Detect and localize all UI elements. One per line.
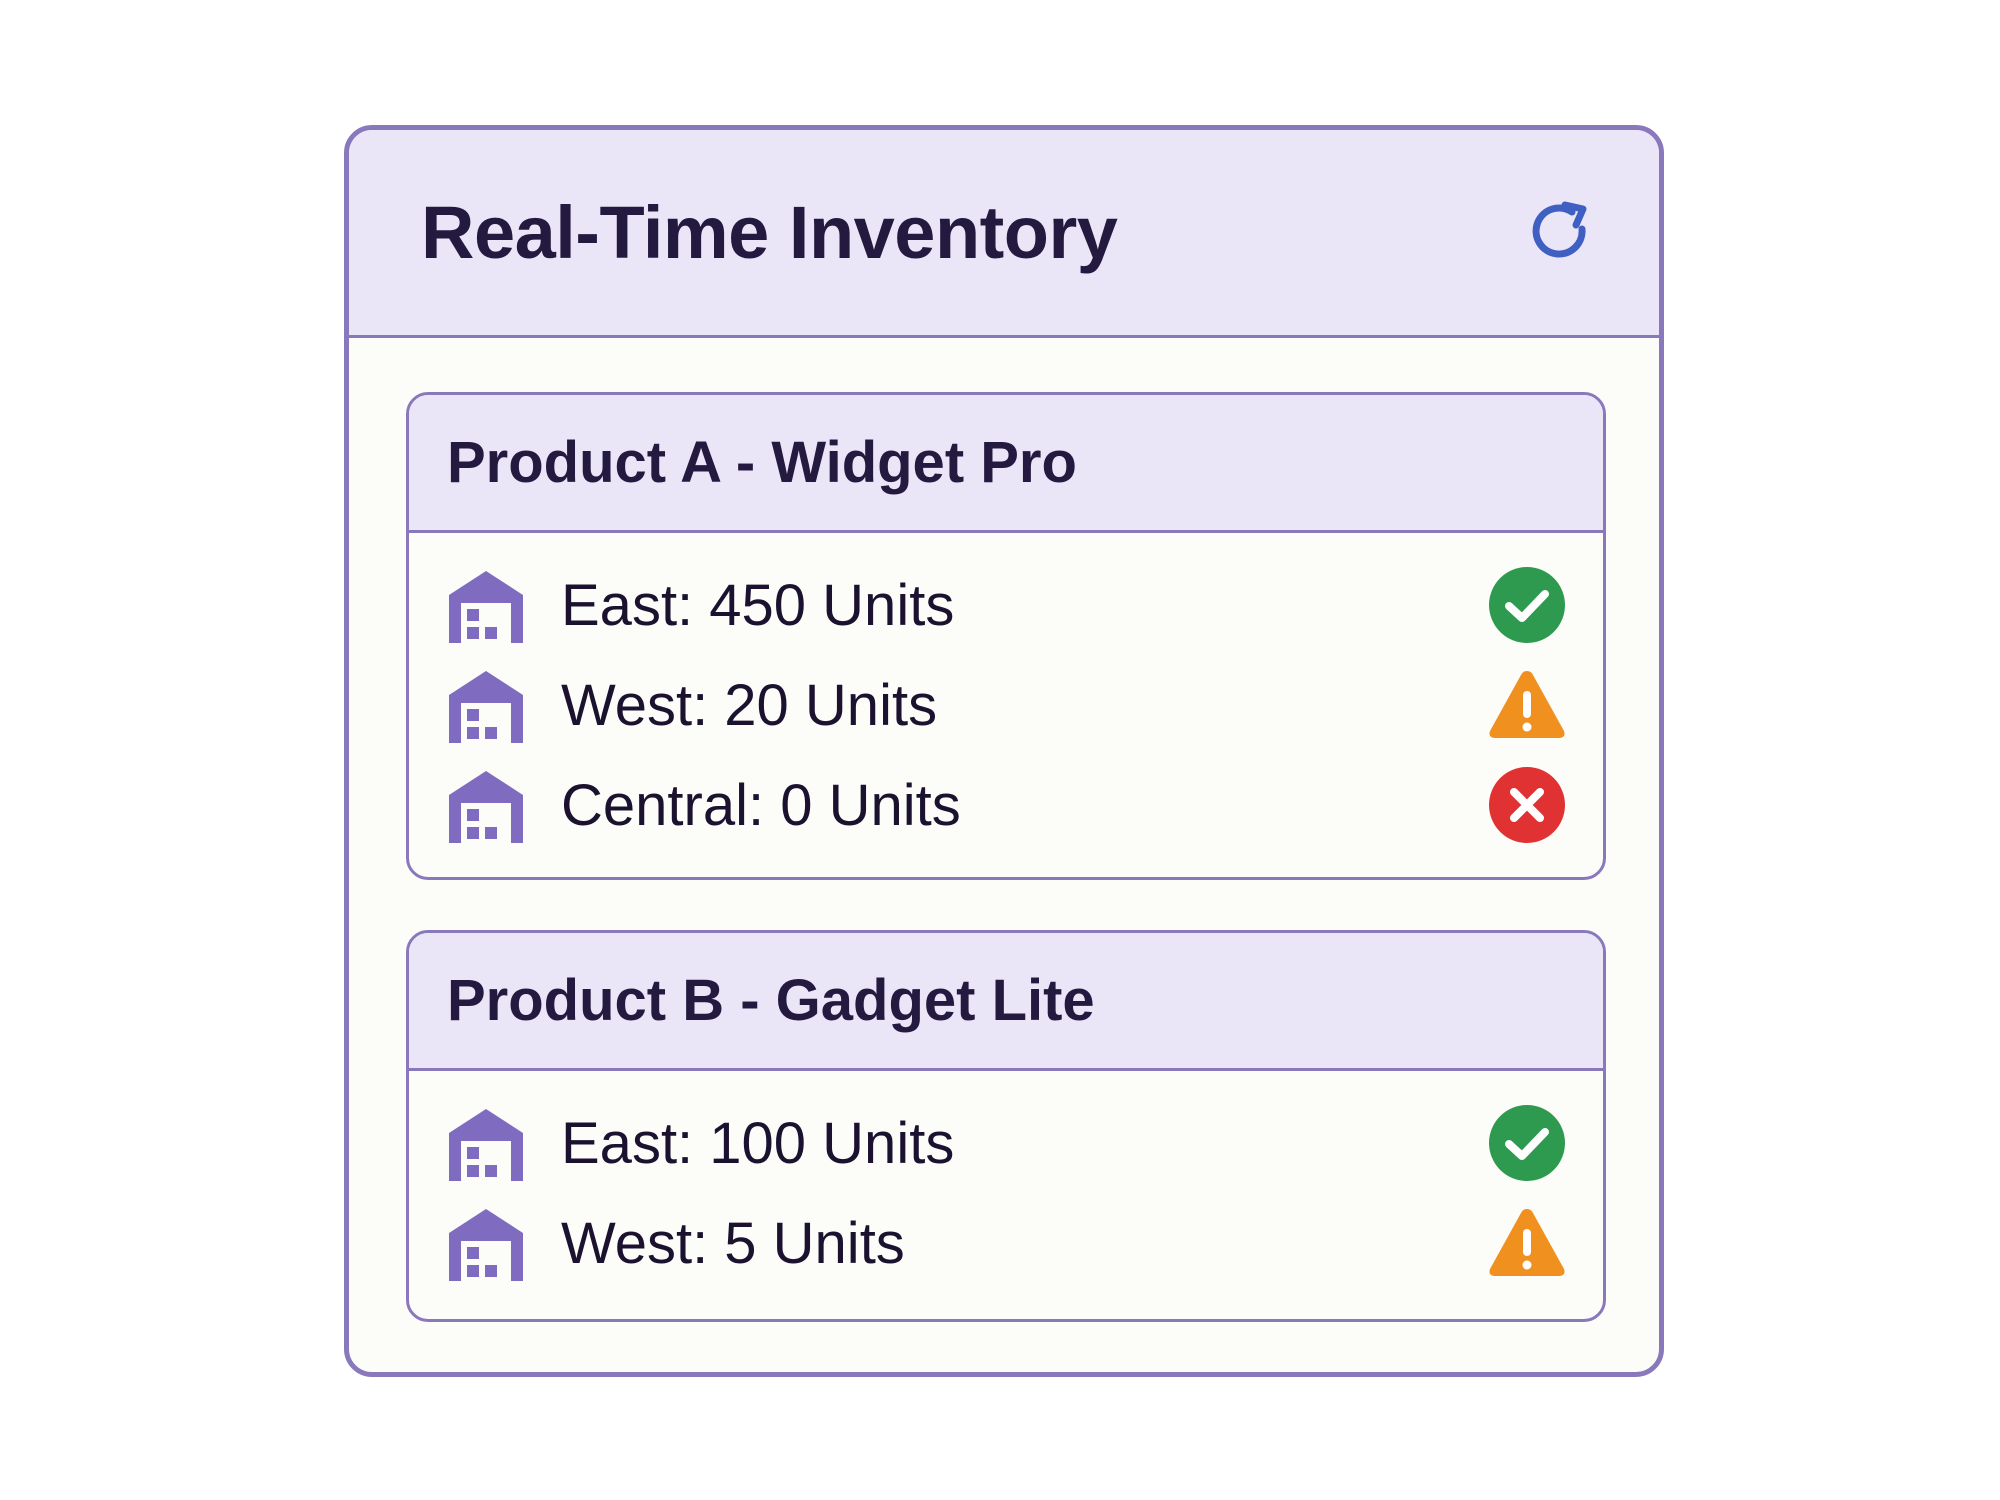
warehouse-icon — [447, 667, 525, 743]
check-circle-icon — [1487, 1103, 1567, 1183]
stock-label: East: 100 Units — [561, 1110, 955, 1176]
product-title: Product B - Gadget Lite — [447, 968, 1095, 1033]
product-header: Product B - Gadget Lite — [409, 933, 1603, 1071]
warehouse-icon — [447, 567, 525, 643]
stock-label: West: 5 Units — [561, 1210, 905, 1276]
check-circle-icon — [1487, 565, 1567, 645]
warehouse-row-west: West: 20 Units — [409, 655, 1603, 755]
stock-label: West: 20 Units — [561, 672, 938, 738]
refresh-button[interactable] — [1525, 197, 1597, 269]
widget-title: Real-Time Inventory — [421, 191, 1118, 274]
warehouse-icon — [447, 1105, 525, 1181]
warehouse-row-east: East: 450 Units — [409, 555, 1603, 655]
warehouse-row-central: Central: 0 Units — [409, 755, 1603, 855]
warning-triangle-icon — [1487, 665, 1567, 745]
warehouse-row-east: East: 100 Units — [409, 1093, 1603, 1193]
refresh-icon — [1532, 201, 1587, 258]
warehouse-icon — [447, 767, 525, 843]
product-header: Product A - Widget Pro — [409, 395, 1603, 533]
warehouse-list: East: 450 Units West: 20 Units Central: … — [409, 533, 1603, 855]
warehouse-list: East: 100 Units West: 5 Units — [409, 1071, 1603, 1293]
product-title: Product A - Widget Pro — [447, 430, 1077, 495]
product-card-b: Product B - Gadget Lite East: 100 Units … — [406, 930, 1606, 1322]
product-card-a: Product A - Widget Pro East: 450 Units W… — [406, 392, 1606, 880]
inventory-widget: Real-Time Inventory Product A - Widget P… — [344, 125, 1664, 1377]
warehouse-icon — [447, 1205, 525, 1281]
error-circle-icon — [1487, 765, 1567, 845]
stock-label: East: 450 Units — [561, 572, 955, 638]
stock-label: Central: 0 Units — [561, 772, 961, 838]
warehouse-row-west: West: 5 Units — [409, 1193, 1603, 1293]
warning-triangle-icon — [1487, 1203, 1567, 1283]
widget-header: Real-Time Inventory — [349, 130, 1659, 338]
